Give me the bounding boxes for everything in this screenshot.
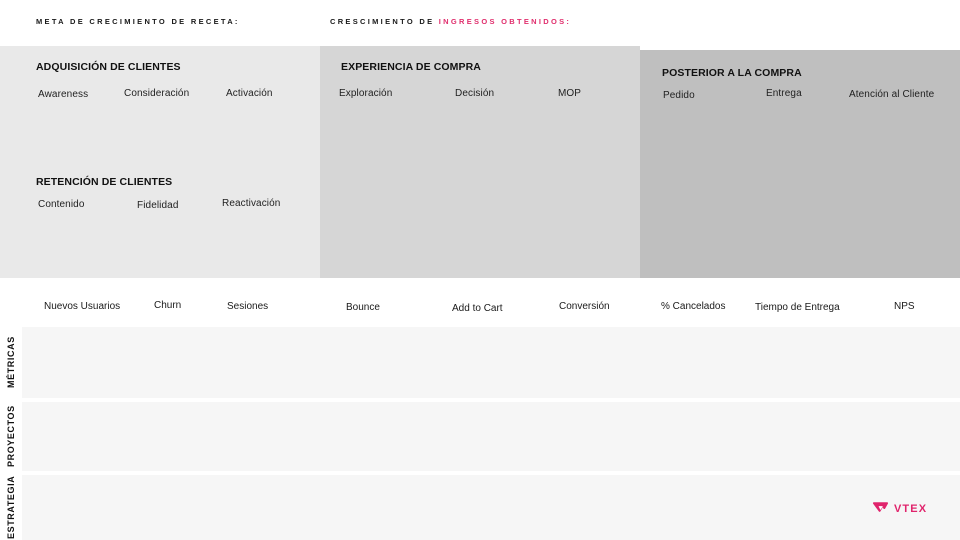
stage-item-pedido[interactable]: Pedido: [663, 90, 695, 101]
stage-panel-adquisicion: [0, 46, 320, 278]
growth-goal-header-text: META DE CRECIMIENTO DE RECETA:: [36, 17, 240, 26]
revenue-growth-header-prefix: CRESCIMIENTO DE: [330, 17, 439, 26]
vtex-logo: VTEX: [872, 500, 927, 517]
metric-nuevos-usuarios[interactable]: Nuevos Usuarios: [44, 301, 120, 312]
stage-item-awareness[interactable]: Awareness: [38, 89, 88, 100]
stage-item-consideracion[interactable]: Consideración: [124, 88, 189, 99]
metric-churn[interactable]: Churn: [154, 300, 181, 311]
stage-item-atencion-al-cliente[interactable]: Atención al Cliente: [849, 89, 934, 100]
band-estrategia: ESTRATEGIA: [0, 475, 960, 540]
stage-item-reactivacion[interactable]: Reactivación: [222, 198, 280, 209]
stage-panel-posterior: [640, 50, 960, 278]
stage-item-entrega[interactable]: Entrega: [766, 88, 802, 99]
vtex-triangle-icon: [872, 500, 889, 517]
band-label-metricas: MÉTRICAS: [0, 327, 22, 398]
stage-item-fidelidad[interactable]: Fidelidad: [137, 200, 178, 211]
metric-nps[interactable]: NPS: [894, 301, 915, 312]
revenue-growth-header-accent: INGRESOS OBTENIDOS:: [439, 17, 571, 26]
metric-bounce[interactable]: Bounce: [346, 302, 380, 313]
stage-item-activacion[interactable]: Activación: [226, 88, 273, 99]
band-metricas: MÉTRICAS: [0, 327, 960, 398]
band-label-proyectos: PROYECTOS: [0, 402, 22, 471]
metric-cancelados[interactable]: % Cancelados: [661, 301, 725, 312]
metric-conversion[interactable]: Conversión: [559, 301, 610, 312]
vtex-wordmark: VTEX: [894, 503, 927, 515]
stage-item-exploracion[interactable]: Exploración: [339, 88, 392, 99]
metric-add-to-cart[interactable]: Add to Cart: [452, 303, 503, 314]
stage-panel-experiencia: [320, 46, 640, 278]
stage-title-experiencia: EXPERIENCIA DE COMPRA: [341, 61, 481, 73]
revenue-growth-header: CRESCIMIENTO DE INGRESOS OBTENIDOS:: [330, 17, 571, 26]
stage-item-mop[interactable]: MOP: [558, 88, 581, 99]
stage-title-posterior: POSTERIOR A LA COMPRA: [662, 67, 802, 79]
growth-goal-header: META DE CRECIMIENTO DE RECETA:: [36, 17, 240, 26]
band-proyectos: PROYECTOS: [0, 402, 960, 471]
stage-title-retencion: RETENCIÓN DE CLIENTES: [36, 176, 172, 188]
band-label-estrategia: ESTRATEGIA: [0, 475, 22, 540]
journey-framework-slide: META DE CRECIMIENTO DE RECETA: CRESCIMIE…: [0, 0, 960, 540]
stage-item-decision[interactable]: Decisión: [455, 88, 494, 99]
metric-tiempo-de-entrega[interactable]: Tiempo de Entrega: [755, 302, 840, 313]
stage-item-contenido[interactable]: Contenido: [38, 199, 85, 210]
metric-sesiones[interactable]: Sesiones: [227, 301, 268, 312]
stage-title-adquisicion: ADQUISICIÓN DE CLIENTES: [36, 61, 181, 73]
